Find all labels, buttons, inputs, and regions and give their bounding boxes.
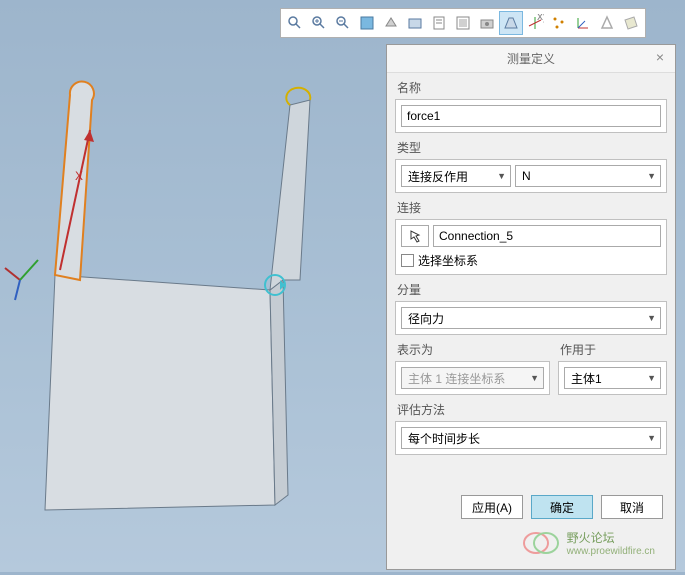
watermark: 野火论坛 www.proewildfire.cn (521, 528, 655, 561)
pick-connection-button[interactable] (401, 225, 429, 247)
measure-definition-dialog: 测量定义 × 名称 类型 连接反作用▼ N▼ (386, 44, 676, 570)
display-style-icon[interactable] (379, 11, 403, 35)
zoom-in-icon[interactable] (307, 11, 331, 35)
watermark-url: www.proewildfire.cn (567, 546, 655, 557)
dialog-title-bar: 测量定义 × (387, 45, 675, 73)
layers-icon[interactable] (451, 11, 475, 35)
apply-to-select[interactable]: 主体1▼ (564, 367, 661, 389)
apply-button[interactable]: 应用(A) (461, 495, 523, 519)
saved-views-icon[interactable] (403, 11, 427, 35)
coord-checkbox[interactable] (401, 254, 414, 267)
viewport-3d[interactable]: X (0, 0, 390, 572)
dialog-footer: 应用(A) 确定 取消 (461, 495, 663, 519)
eval-label: 评估方法 (395, 401, 667, 418)
view-toolbar: xy (280, 8, 646, 38)
watermark-name: 野火论坛 (567, 532, 655, 545)
apply-to-label: 作用于 (558, 341, 667, 358)
points-icon[interactable] (547, 11, 571, 35)
express-select: 主体 1 连接坐标系▼ (401, 367, 544, 389)
axes-icon[interactable]: xy (523, 11, 547, 35)
type-select[interactable]: 连接反作用▼ (401, 165, 511, 187)
planes-icon[interactable] (619, 11, 643, 35)
connection-field[interactable]: Connection_5 (433, 225, 661, 247)
repaint-icon[interactable] (355, 11, 379, 35)
perspective-icon[interactable] (499, 11, 523, 35)
component-select[interactable]: 径向力▼ (401, 307, 661, 329)
dialog-title: 测量定义 (507, 50, 555, 67)
svg-text:xy: xy (537, 14, 544, 23)
zoom-fit-icon[interactable] (283, 11, 307, 35)
cancel-button[interactable]: 取消 (601, 495, 663, 519)
ok-button[interactable]: 确定 (531, 495, 593, 519)
component-label: 分量 (395, 281, 667, 298)
svg-text:X: X (75, 169, 83, 183)
name-label: 名称 (395, 79, 667, 96)
close-icon[interactable]: × (651, 49, 669, 67)
capture-icon[interactable] (475, 11, 499, 35)
unit-select[interactable]: N▼ (515, 165, 661, 187)
zoom-out-icon[interactable] (331, 11, 355, 35)
connection-label: 连接 (395, 199, 667, 216)
annotations-icon[interactable] (595, 11, 619, 35)
express-label: 表示为 (395, 341, 550, 358)
name-input[interactable] (401, 105, 661, 127)
eval-select[interactable]: 每个时间步长▼ (401, 427, 661, 449)
coord-checkbox-label: 选择坐标系 (418, 252, 478, 269)
watermark-logo-icon (521, 528, 561, 561)
type-label: 类型 (395, 139, 667, 156)
csys-icon[interactable] (571, 11, 595, 35)
view-manager-icon[interactable] (427, 11, 451, 35)
